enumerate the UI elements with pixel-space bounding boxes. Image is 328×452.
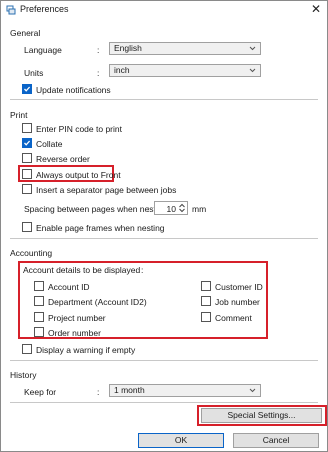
language-colon: : [97, 45, 100, 55]
cancel-button[interactable]: Cancel [233, 433, 319, 448]
units-select-value: inch [114, 65, 130, 75]
project-number-checkbox[interactable] [34, 312, 44, 322]
checkmark-icon [24, 86, 31, 92]
enter-pin-checkbox[interactable] [22, 123, 32, 133]
reverse-order-label: Reverse order [36, 154, 90, 164]
order-number-checkbox[interactable] [34, 327, 44, 337]
chevron-down-icon [249, 68, 256, 73]
language-select-value: English [114, 43, 142, 53]
spacing-stepper[interactable]: 10 [154, 201, 188, 215]
language-select[interactable]: English [109, 42, 261, 55]
department-checkbox[interactable] [34, 296, 44, 306]
ok-button[interactable]: OK [138, 433, 224, 448]
separator-page-checkbox[interactable] [22, 184, 32, 194]
checkmark-icon [24, 140, 31, 146]
comment-checkbox[interactable] [201, 312, 211, 322]
warning-empty-checkbox[interactable] [22, 344, 32, 354]
job-number-checkbox[interactable] [201, 296, 211, 306]
keep-for-label: Keep for [24, 387, 57, 397]
title-bar: Preferences ✕ [1, 1, 327, 19]
account-details-label: Account details to be displayed [23, 265, 141, 275]
order-number-label: Order number [48, 328, 101, 338]
units-label: Units [24, 68, 44, 78]
comment-label: Comment [215, 313, 252, 323]
section-divider [10, 238, 318, 239]
history-section-title: History [10, 370, 37, 380]
reverse-order-checkbox[interactable] [22, 153, 32, 163]
always-front-checkbox[interactable] [22, 169, 32, 179]
keep-for-colon: : [97, 387, 100, 397]
account-details-colon: : [141, 265, 144, 275]
collate-label: Collate [36, 139, 63, 149]
chevron-down-icon [249, 388, 256, 393]
account-id-label: Account ID [48, 282, 90, 292]
update-notifications-label: Update notifications [36, 85, 111, 95]
preferences-window: Preferences ✕ General Language : English… [0, 0, 328, 452]
print-section-title: Print [10, 110, 28, 120]
project-number-label: Project number [48, 313, 106, 323]
job-number-label: Job number [215, 297, 260, 307]
warning-empty-label: Display a warning if empty [36, 345, 136, 355]
keep-for-select[interactable]: 1 month [109, 384, 261, 397]
units-colon: : [97, 68, 100, 78]
collate-checkbox[interactable] [22, 138, 32, 148]
section-divider [10, 360, 318, 361]
separator-page-label: Insert a separator page between jobs [36, 185, 177, 195]
account-id-checkbox[interactable] [34, 281, 44, 291]
units-select[interactable]: inch [109, 64, 261, 77]
section-divider [10, 402, 318, 403]
spacing-unit: mm [192, 204, 207, 214]
spacing-value: 10 [166, 204, 176, 214]
customer-id-checkbox[interactable] [201, 281, 211, 291]
customer-id-label: Customer ID [215, 282, 263, 292]
enter-pin-label: Enter PIN code to print [36, 124, 122, 134]
keep-for-select-value: 1 month [114, 385, 145, 395]
special-settings-button[interactable]: Special Settings... [201, 408, 322, 423]
page-frames-label: Enable page frames when nesting [36, 223, 165, 233]
language-label: Language [24, 45, 62, 55]
general-section-title: General [10, 28, 41, 38]
update-notifications-checkbox[interactable] [22, 84, 32, 94]
close-icon[interactable]: ✕ [311, 3, 321, 15]
chevron-down-icon [249, 46, 256, 51]
department-label: Department (Account ID2) [48, 297, 147, 307]
always-front-label: Always output to Front [36, 170, 121, 180]
section-divider [10, 99, 318, 100]
accounting-section-title: Accounting [10, 248, 53, 258]
spinner-arrows-icon[interactable] [178, 203, 186, 213]
window-title: Preferences [20, 4, 69, 14]
printer-app-icon [6, 5, 16, 15]
spacing-colon: : [147, 204, 150, 214]
page-frames-checkbox[interactable] [22, 222, 32, 232]
spacing-label: Spacing between pages when nesting [24, 204, 168, 214]
